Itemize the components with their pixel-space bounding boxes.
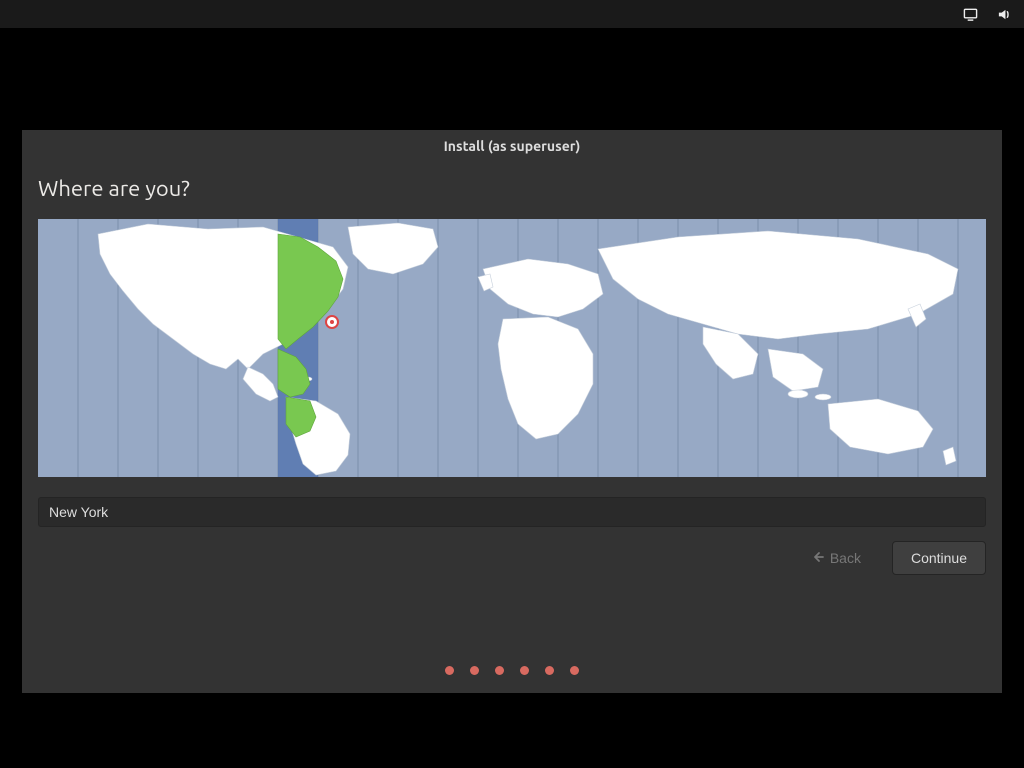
continue-button-label: Continue — [911, 550, 967, 566]
back-button: Back — [793, 541, 880, 575]
progress-dot — [545, 666, 554, 675]
volume-icon[interactable] — [996, 6, 1012, 22]
display-icon[interactable] — [962, 6, 978, 22]
arrow-left-icon — [812, 550, 824, 566]
progress-dot — [520, 666, 529, 675]
button-row: Back Continue — [38, 541, 986, 575]
page-heading: Where are you? — [38, 176, 986, 201]
progress-dot — [470, 666, 479, 675]
continue-button[interactable]: Continue — [892, 541, 986, 575]
back-button-label: Back — [830, 550, 861, 566]
window-title: Install (as superuser) — [22, 130, 1002, 162]
location-input[interactable] — [38, 497, 986, 527]
progress-dot — [570, 666, 579, 675]
progress-dot — [445, 666, 454, 675]
location-pin-marker — [326, 316, 338, 328]
timezone-map[interactable] — [38, 219, 986, 477]
progress-dots — [22, 666, 1002, 675]
installer-content: Where are you? — [22, 162, 1002, 693]
window-title-text: Install (as superuser) — [444, 138, 581, 154]
installer-window: Install (as superuser) Where are you? — [22, 130, 1002, 693]
system-top-bar — [0, 0, 1024, 28]
progress-dot — [495, 666, 504, 675]
